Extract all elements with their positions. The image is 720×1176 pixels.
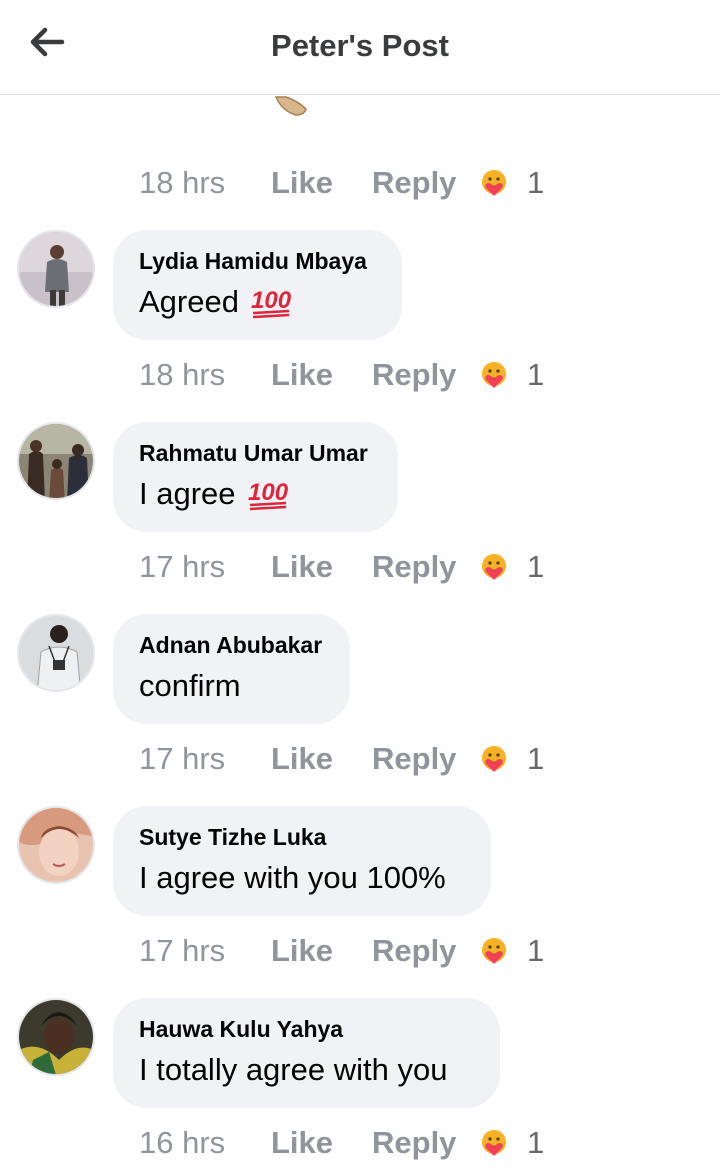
comment-text-row: I agree 100	[139, 474, 372, 514]
care-reaction-icon[interactable]	[479, 1128, 509, 1158]
comment-text: I agree with you 100%	[139, 860, 446, 895]
comment-time: 16 hrs	[139, 1125, 226, 1160]
avatar[interactable]	[17, 422, 95, 500]
commenter-name[interactable]: Sutye Tizhe Luka	[139, 824, 465, 850]
page-title: Peter's Post	[271, 28, 449, 63]
reply-button[interactable]: Reply	[372, 165, 479, 201]
comment-bubble[interactable]: Adnan Abubakar confirm	[113, 614, 350, 724]
commenter-name[interactable]: Lydia Hamidu Mbaya	[139, 248, 376, 274]
comment-text: Agreed	[139, 284, 239, 319]
comment-bubble[interactable]: Lydia Hamidu Mbaya Agreed 100	[113, 230, 402, 340]
comment-meta-row: 18 hrs Like Reply 1	[139, 163, 544, 203]
hundred-points-icon: 100	[251, 287, 292, 319]
like-button[interactable]: Like	[271, 741, 372, 777]
care-reaction-icon[interactable]	[479, 744, 509, 774]
comment-bubble[interactable]: Sutye Tizhe Luka I agree with you 100%	[113, 806, 491, 916]
avatar[interactable]	[17, 614, 95, 692]
top-bar: Peter's Post	[0, 0, 720, 95]
avatar[interactable]	[17, 806, 95, 884]
like-button[interactable]: Like	[271, 933, 372, 969]
comment-meta-row: 17 hrs Like Reply 1	[139, 739, 544, 779]
care-reaction-icon[interactable]	[479, 360, 509, 390]
comment-text: I agree	[139, 476, 236, 511]
commenter-name[interactable]: Adnan Abubakar	[139, 632, 324, 658]
reply-button[interactable]: Reply	[372, 549, 479, 585]
care-reaction-icon[interactable]	[479, 552, 509, 582]
reaction-count: 1	[527, 1125, 545, 1160]
hundred-points-icon: 100	[248, 479, 288, 511]
commenter-name[interactable]: Hauwa Kulu Yahya	[139, 1016, 474, 1042]
avatar[interactable]	[17, 998, 95, 1076]
reaction-count: 1	[527, 549, 545, 584]
reply-button[interactable]: Reply	[372, 933, 479, 969]
comment-time: 17 hrs	[139, 741, 226, 776]
comment-bubble[interactable]: Rahmatu Umar Umar I agree 100	[113, 422, 398, 532]
comment-text-row: Agreed 100	[139, 282, 376, 322]
comment-meta-row: 16 hrs Like Reply 1	[139, 1123, 544, 1163]
care-reaction-icon[interactable]	[479, 936, 509, 966]
comment-meta-row: 17 hrs Like Reply 1	[139, 547, 544, 587]
reaction-count: 1	[527, 741, 545, 776]
comment-time: 17 hrs	[139, 933, 226, 968]
care-reaction-icon[interactable]	[479, 168, 509, 198]
like-button[interactable]: Like	[271, 357, 372, 393]
commenter-name[interactable]: Rahmatu Umar Umar	[139, 440, 372, 466]
reply-button[interactable]: Reply	[372, 357, 479, 393]
comment-time: 18 hrs	[139, 357, 226, 392]
avatar[interactable]	[17, 230, 95, 308]
reaction-count: 1	[527, 357, 545, 392]
comment-meta-row: 17 hrs Like Reply 1	[139, 931, 544, 971]
like-button[interactable]: Like	[271, 165, 372, 201]
like-button[interactable]: Like	[271, 549, 372, 585]
reaction-count: 1	[527, 165, 545, 200]
comment-time: 17 hrs	[139, 549, 226, 584]
like-button[interactable]: Like	[271, 1125, 372, 1161]
reply-button[interactable]: Reply	[372, 1125, 479, 1161]
comment-time: 18 hrs	[139, 165, 226, 200]
comment-text: confirm	[139, 668, 241, 703]
comment-bubble[interactable]: Hauwa Kulu Yahya I totally agree with yo…	[113, 998, 500, 1108]
comment-text: I totally agree with you	[139, 1052, 448, 1087]
reaction-count: 1	[527, 933, 545, 968]
reply-button[interactable]: Reply	[372, 741, 479, 777]
sticker-fragment	[274, 96, 307, 116]
comment-meta-row: 18 hrs Like Reply 1	[139, 355, 544, 395]
